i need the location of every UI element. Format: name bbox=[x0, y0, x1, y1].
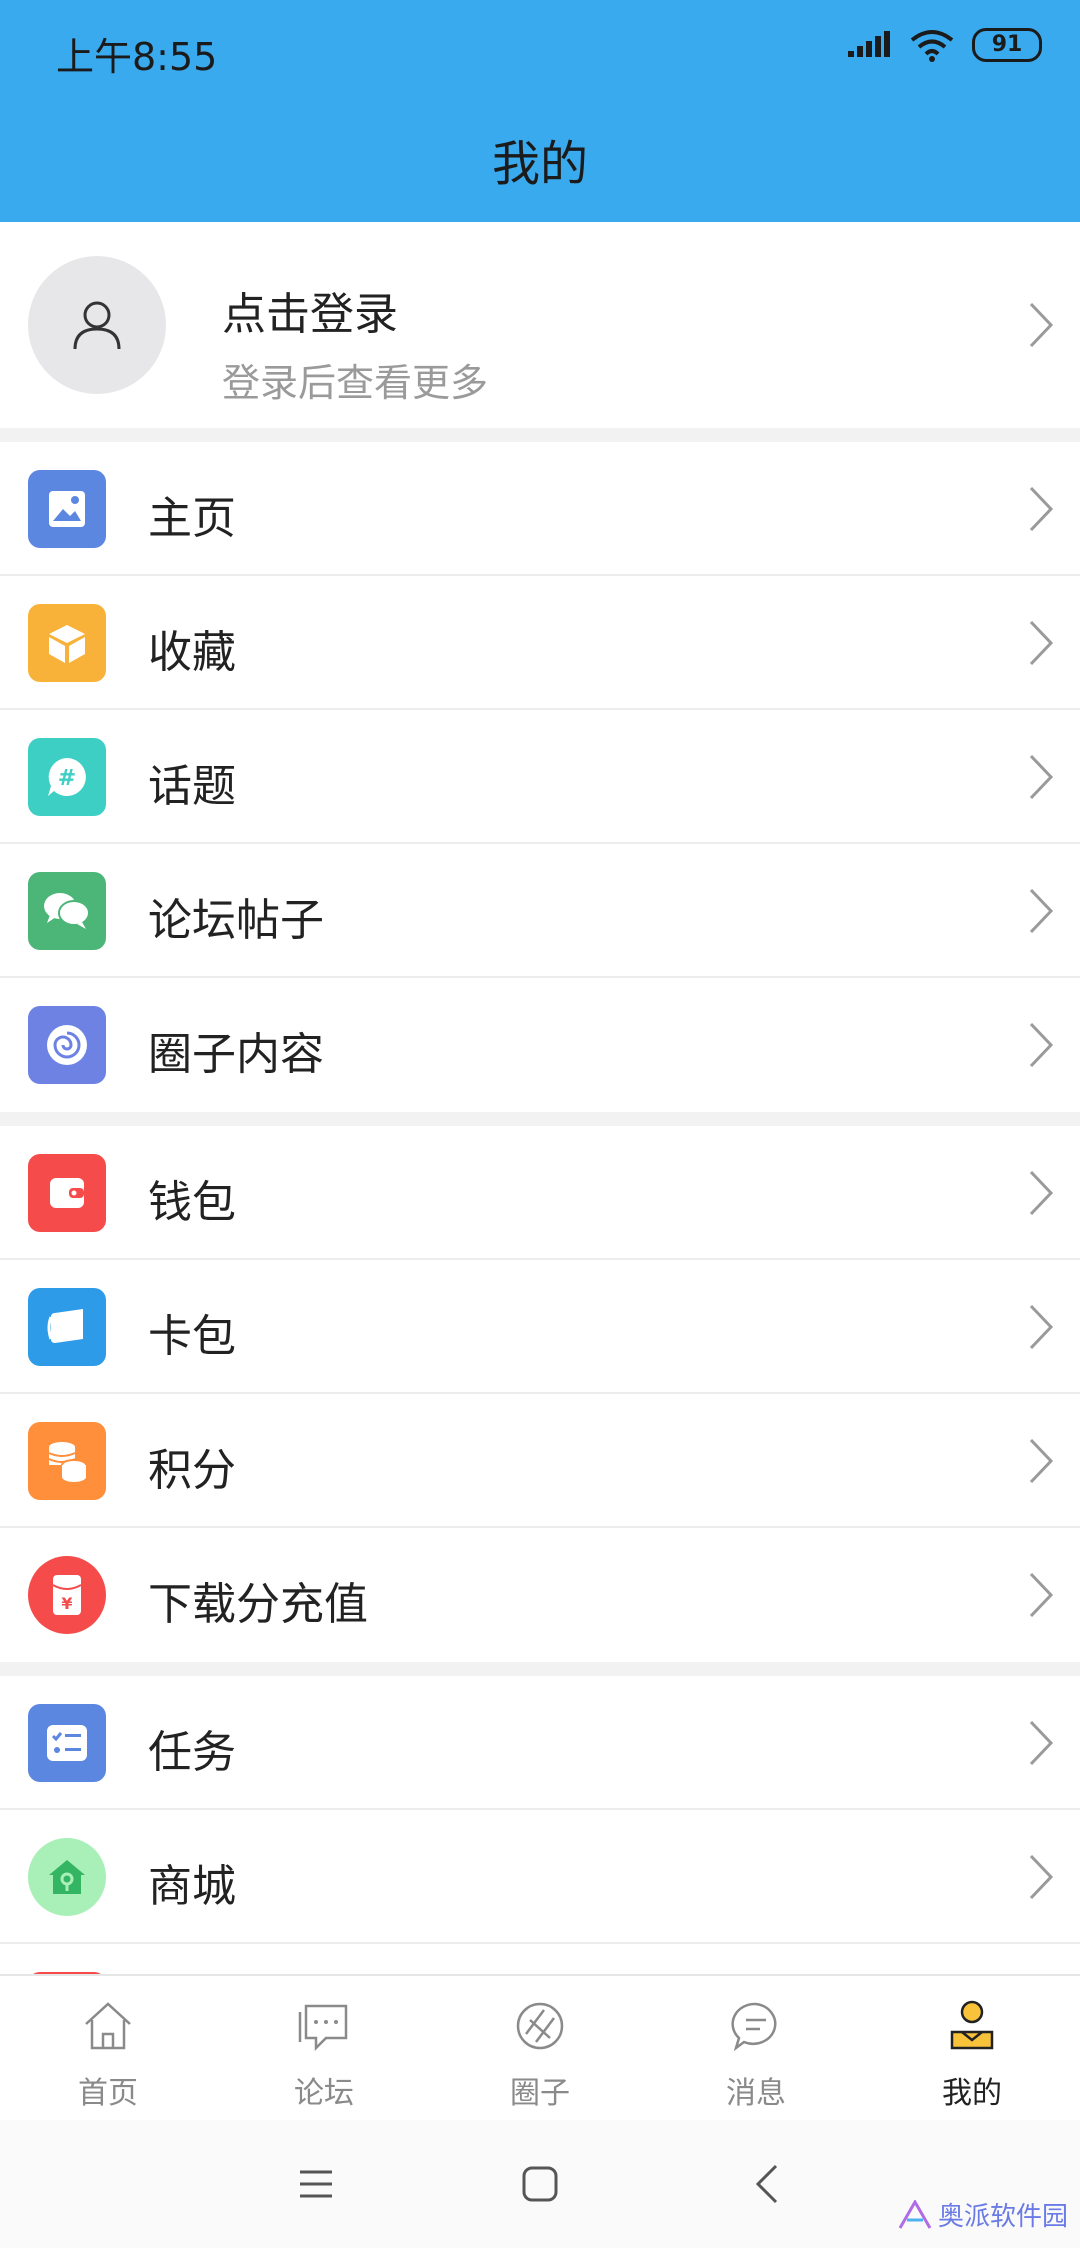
chevron-right-icon bbox=[1029, 1854, 1054, 1900]
section-divider bbox=[0, 428, 1080, 442]
menu-item-points[interactable]: 积分 bbox=[0, 1394, 1080, 1528]
chevron-right-icon bbox=[1029, 888, 1054, 934]
tab-circle[interactable]: 圈子 bbox=[432, 1976, 648, 2120]
tab-label: 消息 bbox=[726, 2076, 786, 2111]
avatar bbox=[28, 256, 166, 394]
menu-item-forum-posts[interactable]: 论坛帖子 bbox=[0, 844, 1080, 978]
wallet-icon bbox=[50, 1178, 84, 1208]
login-title: 点击登录 bbox=[222, 289, 398, 340]
home-square-icon[interactable] bbox=[518, 2162, 562, 2206]
chevron-right-icon bbox=[1029, 1170, 1054, 1216]
menu-item-topics[interactable]: # 话题 bbox=[0, 710, 1080, 844]
menu-label: 下载分充值 bbox=[148, 1579, 368, 1630]
red-envelope-icon: ¥ bbox=[52, 1575, 82, 1615]
chevron-right-icon bbox=[1029, 1572, 1054, 1618]
menu-item-circle-content[interactable]: 圈子内容 bbox=[0, 978, 1080, 1112]
svg-text:#: # bbox=[58, 766, 76, 791]
menu-label: 收藏 bbox=[148, 627, 236, 678]
menu-label: 圈子内容 bbox=[148, 1029, 324, 1080]
section-divider bbox=[0, 1662, 1080, 1676]
circle-icon bbox=[516, 2002, 564, 2050]
menu-icon-box: # bbox=[28, 738, 106, 816]
menu-item-card-wallet[interactable]: 卡包 bbox=[0, 1260, 1080, 1394]
menu-icon-box bbox=[28, 1422, 106, 1500]
menu-label: 卡包 bbox=[148, 1311, 236, 1362]
tab-forum[interactable]: 论坛 bbox=[216, 1976, 432, 2120]
menu-label: 任务 bbox=[148, 1727, 236, 1778]
section-divider bbox=[0, 1112, 1080, 1126]
menu-icon-box bbox=[28, 1006, 106, 1084]
signal-icon bbox=[848, 31, 890, 57]
menu-icon-box bbox=[28, 470, 106, 548]
menu-label: 论坛帖子 bbox=[148, 895, 324, 946]
menu-item-download-recharge[interactable]: ¥ 下载分充值 bbox=[0, 1528, 1080, 1662]
menu-label: 商城 bbox=[148, 1861, 236, 1912]
swirl-icon bbox=[47, 1025, 87, 1065]
tab-label: 首页 bbox=[78, 2076, 138, 2111]
watermark: 奥派软件园 bbox=[898, 2196, 1068, 2233]
menu-item-favorites[interactable]: 收藏 bbox=[0, 576, 1080, 710]
message-icon bbox=[731, 2002, 777, 2052]
card-icon bbox=[47, 1309, 83, 1343]
tab-label: 圈子 bbox=[510, 2076, 570, 2111]
hashtag-bubble-icon: # bbox=[48, 758, 86, 796]
coins-icon bbox=[48, 1442, 87, 1482]
box-icon bbox=[49, 625, 85, 663]
status-icons: 91 bbox=[848, 28, 1042, 62]
menu-item-partial bbox=[0, 1944, 1080, 1974]
forum-icon bbox=[298, 2004, 348, 2052]
battery-indicator: 91 bbox=[972, 28, 1042, 62]
chat-bubbles-icon bbox=[44, 893, 90, 929]
bottom-tab-bar: 首页 论坛 圈子 消息 我的 bbox=[0, 1974, 1080, 2120]
chevron-right-icon bbox=[1029, 486, 1054, 532]
menu-icon[interactable] bbox=[294, 2162, 338, 2206]
tab-mine[interactable]: 我的 bbox=[864, 1976, 1080, 2120]
back-icon[interactable] bbox=[746, 2162, 790, 2206]
menu-icon-box bbox=[28, 604, 106, 682]
tab-home[interactable]: 首页 bbox=[0, 1976, 216, 2120]
chevron-right-icon bbox=[1029, 1438, 1054, 1484]
wifi-icon bbox=[910, 30, 954, 62]
menu-icon-box bbox=[28, 1838, 106, 1916]
menu-label: 话题 bbox=[148, 761, 236, 812]
menu-item-wallet[interactable]: 钱包 bbox=[0, 1126, 1080, 1260]
menu-icon-box bbox=[28, 872, 106, 950]
profile-icon bbox=[950, 2000, 994, 2050]
checklist-icon bbox=[47, 1725, 87, 1761]
watermark-text: 奥派软件园 bbox=[937, 2202, 1068, 2232]
chevron-right-icon bbox=[1029, 754, 1054, 800]
chevron-right-icon bbox=[1029, 302, 1054, 348]
home-icon bbox=[85, 2002, 131, 2050]
svg-text:¥: ¥ bbox=[61, 1594, 72, 1613]
chevron-right-icon bbox=[1029, 1022, 1054, 1068]
tab-label: 论坛 bbox=[294, 2076, 354, 2111]
chevron-right-icon bbox=[1029, 1720, 1054, 1766]
menu-label: 积分 bbox=[148, 1445, 236, 1496]
user-icon bbox=[73, 301, 121, 350]
status-time: 上午8:55 bbox=[56, 35, 218, 79]
app-header: 上午8:55 91 我的 bbox=[0, 0, 1080, 222]
tab-messages[interactable]: 消息 bbox=[648, 1976, 864, 2120]
tab-label: 我的 bbox=[942, 2076, 1002, 2111]
menu-icon-box: ¥ bbox=[28, 1556, 106, 1634]
shop-icon bbox=[49, 1860, 85, 1894]
menu-icon-box bbox=[28, 1288, 106, 1366]
menu-label: 主页 bbox=[148, 493, 236, 544]
menu-label: 钱包 bbox=[148, 1177, 236, 1228]
system-nav-bar: 奥派软件园 bbox=[0, 2120, 1080, 2248]
picture-icon bbox=[49, 491, 85, 527]
chevron-right-icon bbox=[1029, 1304, 1054, 1350]
menu-item-mall[interactable]: 商城 bbox=[0, 1810, 1080, 1944]
chevron-right-icon bbox=[1029, 620, 1054, 666]
menu-icon-box bbox=[28, 1704, 106, 1782]
login-card[interactable]: 点击登录 登录后查看更多 bbox=[0, 222, 1080, 428]
logo-icon bbox=[898, 2199, 932, 2229]
login-subtitle: 登录后查看更多 bbox=[222, 361, 489, 405]
menu-item-homepage[interactable]: 主页 bbox=[0, 442, 1080, 576]
menu-item-tasks[interactable]: 任务 bbox=[0, 1676, 1080, 1810]
menu-icon-box bbox=[28, 1154, 106, 1232]
page-title: 我的 bbox=[491, 136, 588, 192]
